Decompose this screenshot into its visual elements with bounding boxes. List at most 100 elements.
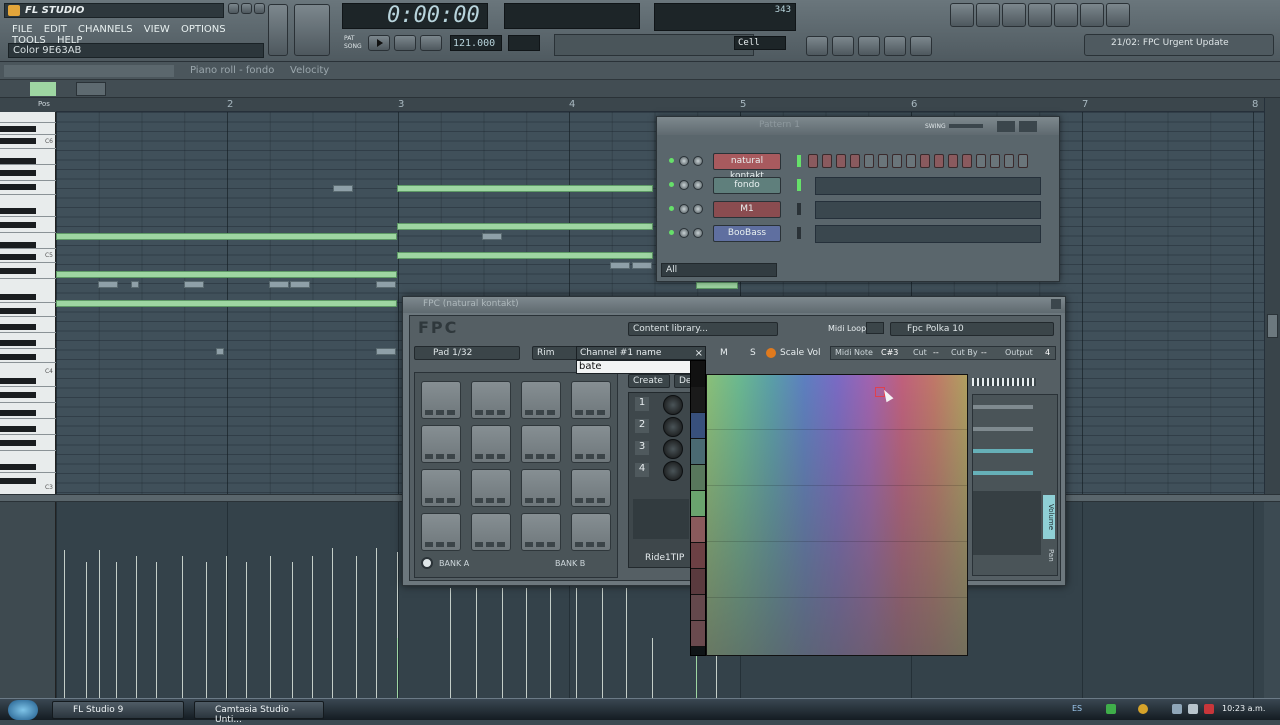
network-icon[interactable] — [1172, 704, 1182, 714]
volume-icon[interactable] — [1188, 704, 1198, 714]
note[interactable] — [131, 281, 139, 288]
pan-tab[interactable]: Pan — [1043, 543, 1055, 567]
menu-options[interactable]: OPTIONS — [181, 24, 226, 35]
channel-name-button[interactable]: natural kontakt — [713, 153, 781, 181]
media-player-icon[interactable] — [1106, 704, 1116, 714]
drum-pad[interactable] — [421, 381, 461, 419]
menu-edit[interactable]: EDIT — [44, 24, 67, 35]
tempo-display[interactable]: 121.000 — [450, 35, 502, 51]
preset-color-swatch[interactable] — [691, 595, 705, 621]
cut-by-value[interactable]: -- — [981, 348, 987, 357]
note[interactable] — [269, 281, 289, 288]
record-options-panel[interactable] — [554, 34, 754, 56]
horizontal-scroll-thumb[interactable] — [76, 82, 106, 96]
restore-icon[interactable] — [241, 3, 252, 14]
record-button[interactable] — [420, 35, 442, 51]
channel-name-button[interactable]: fondo — [713, 177, 781, 194]
volume-knob[interactable] — [693, 204, 703, 214]
note[interactable] — [56, 233, 397, 240]
taskbar-item-fl-studio[interactable]: FL Studio 9 — [52, 701, 184, 719]
drum-pad[interactable] — [521, 425, 561, 463]
preset-color-swatch[interactable] — [691, 621, 705, 647]
piano-roll-button[interactable] — [858, 36, 880, 56]
close-icon[interactable]: × — [695, 348, 703, 359]
pianoroll-tools-icon[interactable] — [4, 65, 174, 77]
menu-view[interactable]: VIEW — [144, 24, 170, 35]
volume-tab[interactable]: Volume — [1043, 495, 1055, 539]
preset-color-swatch[interactable] — [691, 439, 705, 465]
minimize-icon[interactable] — [228, 3, 239, 14]
note[interactable] — [397, 185, 653, 192]
pianoroll-event-label[interactable]: Velocity — [290, 65, 329, 76]
note[interactable] — [610, 262, 630, 269]
note[interactable] — [290, 281, 310, 288]
folder-icon[interactable] — [866, 322, 884, 334]
output-value[interactable]: 4 — [1045, 348, 1050, 357]
drum-pad[interactable] — [471, 381, 511, 419]
pattern-mode-label[interactable]: PAT — [344, 35, 355, 42]
bank-a-led[interactable] — [421, 557, 433, 569]
drum-pad[interactable] — [521, 381, 561, 419]
snap-indicator[interactable] — [30, 82, 56, 96]
note[interactable] — [376, 281, 396, 288]
news-ticker[interactable]: 21/02: FPC Urgent Update — [1084, 34, 1274, 56]
tools-icon[interactable] — [1028, 3, 1052, 27]
preset-color-swatch[interactable] — [691, 465, 705, 491]
system-clock[interactable]: 10:23 a.m. — [1222, 704, 1265, 713]
language-indicator[interactable]: ES — [1072, 704, 1082, 713]
fpc-titlebar[interactable]: FPC (natural kontakt) — [403, 297, 1065, 313]
pan-knob[interactable] — [679, 204, 689, 214]
note[interactable] — [333, 185, 353, 192]
step-sequencer-button[interactable] — [832, 36, 854, 56]
channel-select-led[interactable] — [797, 203, 801, 215]
note[interactable] — [696, 282, 738, 289]
channel-mute-led[interactable] — [669, 182, 674, 187]
drum-pad[interactable] — [421, 513, 461, 551]
drum-pad[interactable] — [471, 513, 511, 551]
note[interactable] — [632, 262, 652, 269]
preset-color-swatch[interactable] — [691, 517, 705, 543]
envelope-slider[interactable] — [973, 427, 1033, 431]
mixer-button[interactable] — [910, 36, 932, 56]
note[interactable] — [56, 300, 397, 307]
save-icon[interactable] — [976, 3, 1000, 27]
master-pitch-slider[interactable] — [294, 4, 330, 56]
channel-mute-led[interactable] — [669, 206, 674, 211]
mini-piano-roll[interactable] — [815, 177, 1041, 195]
bank-a-label[interactable]: BANK A — [439, 559, 469, 568]
close-icon[interactable] — [254, 3, 265, 14]
pan-knob[interactable] — [679, 180, 689, 190]
scroll-thumb[interactable] — [1267, 314, 1278, 338]
step-sequencer-titlebar[interactable]: Pattern 1 SWING — [657, 117, 1059, 135]
preset-color-swatch[interactable] — [691, 387, 705, 413]
pan-knob[interactable] — [679, 228, 689, 238]
preset-color-swatch[interactable] — [691, 491, 705, 517]
menu-channels[interactable]: CHANNELS — [78, 24, 133, 35]
vertical-scrollbar[interactable] — [1264, 98, 1280, 494]
note[interactable] — [376, 348, 396, 355]
drum-pad[interactable] — [521, 469, 561, 507]
note[interactable] — [397, 252, 653, 259]
drum-pad[interactable] — [521, 513, 561, 551]
channel-name-button[interactable]: BooBass — [713, 225, 781, 242]
envelope-graph[interactable] — [973, 491, 1041, 555]
note[interactable] — [216, 348, 224, 355]
envelope-slider[interactable] — [973, 405, 1033, 409]
channel-mute-led[interactable] — [669, 158, 674, 163]
channel-name-button[interactable]: M1 — [713, 201, 781, 218]
channel-mute-led[interactable] — [669, 230, 674, 235]
pattern-title[interactable]: Pattern 1 — [759, 120, 800, 130]
preset-color-swatch[interactable] — [691, 569, 705, 595]
channel-select-led[interactable] — [797, 227, 801, 239]
pan-knob[interactable] — [679, 156, 689, 166]
snap-selector[interactable]: Cell — [734, 36, 786, 50]
song-time-display[interactable]: 0:00:00 — [342, 3, 488, 29]
master-volume-slider[interactable] — [268, 4, 288, 56]
color-palette-grid[interactable] — [706, 374, 968, 656]
piano-keyboard[interactable]: C6 C5 C4 C3 — [0, 112, 56, 494]
playlist-button[interactable] — [806, 36, 828, 56]
drum-pad[interactable] — [471, 469, 511, 507]
channel-select-led[interactable] — [797, 179, 801, 191]
pattern-number-display[interactable] — [508, 35, 540, 51]
help-icon[interactable] — [1106, 3, 1130, 27]
